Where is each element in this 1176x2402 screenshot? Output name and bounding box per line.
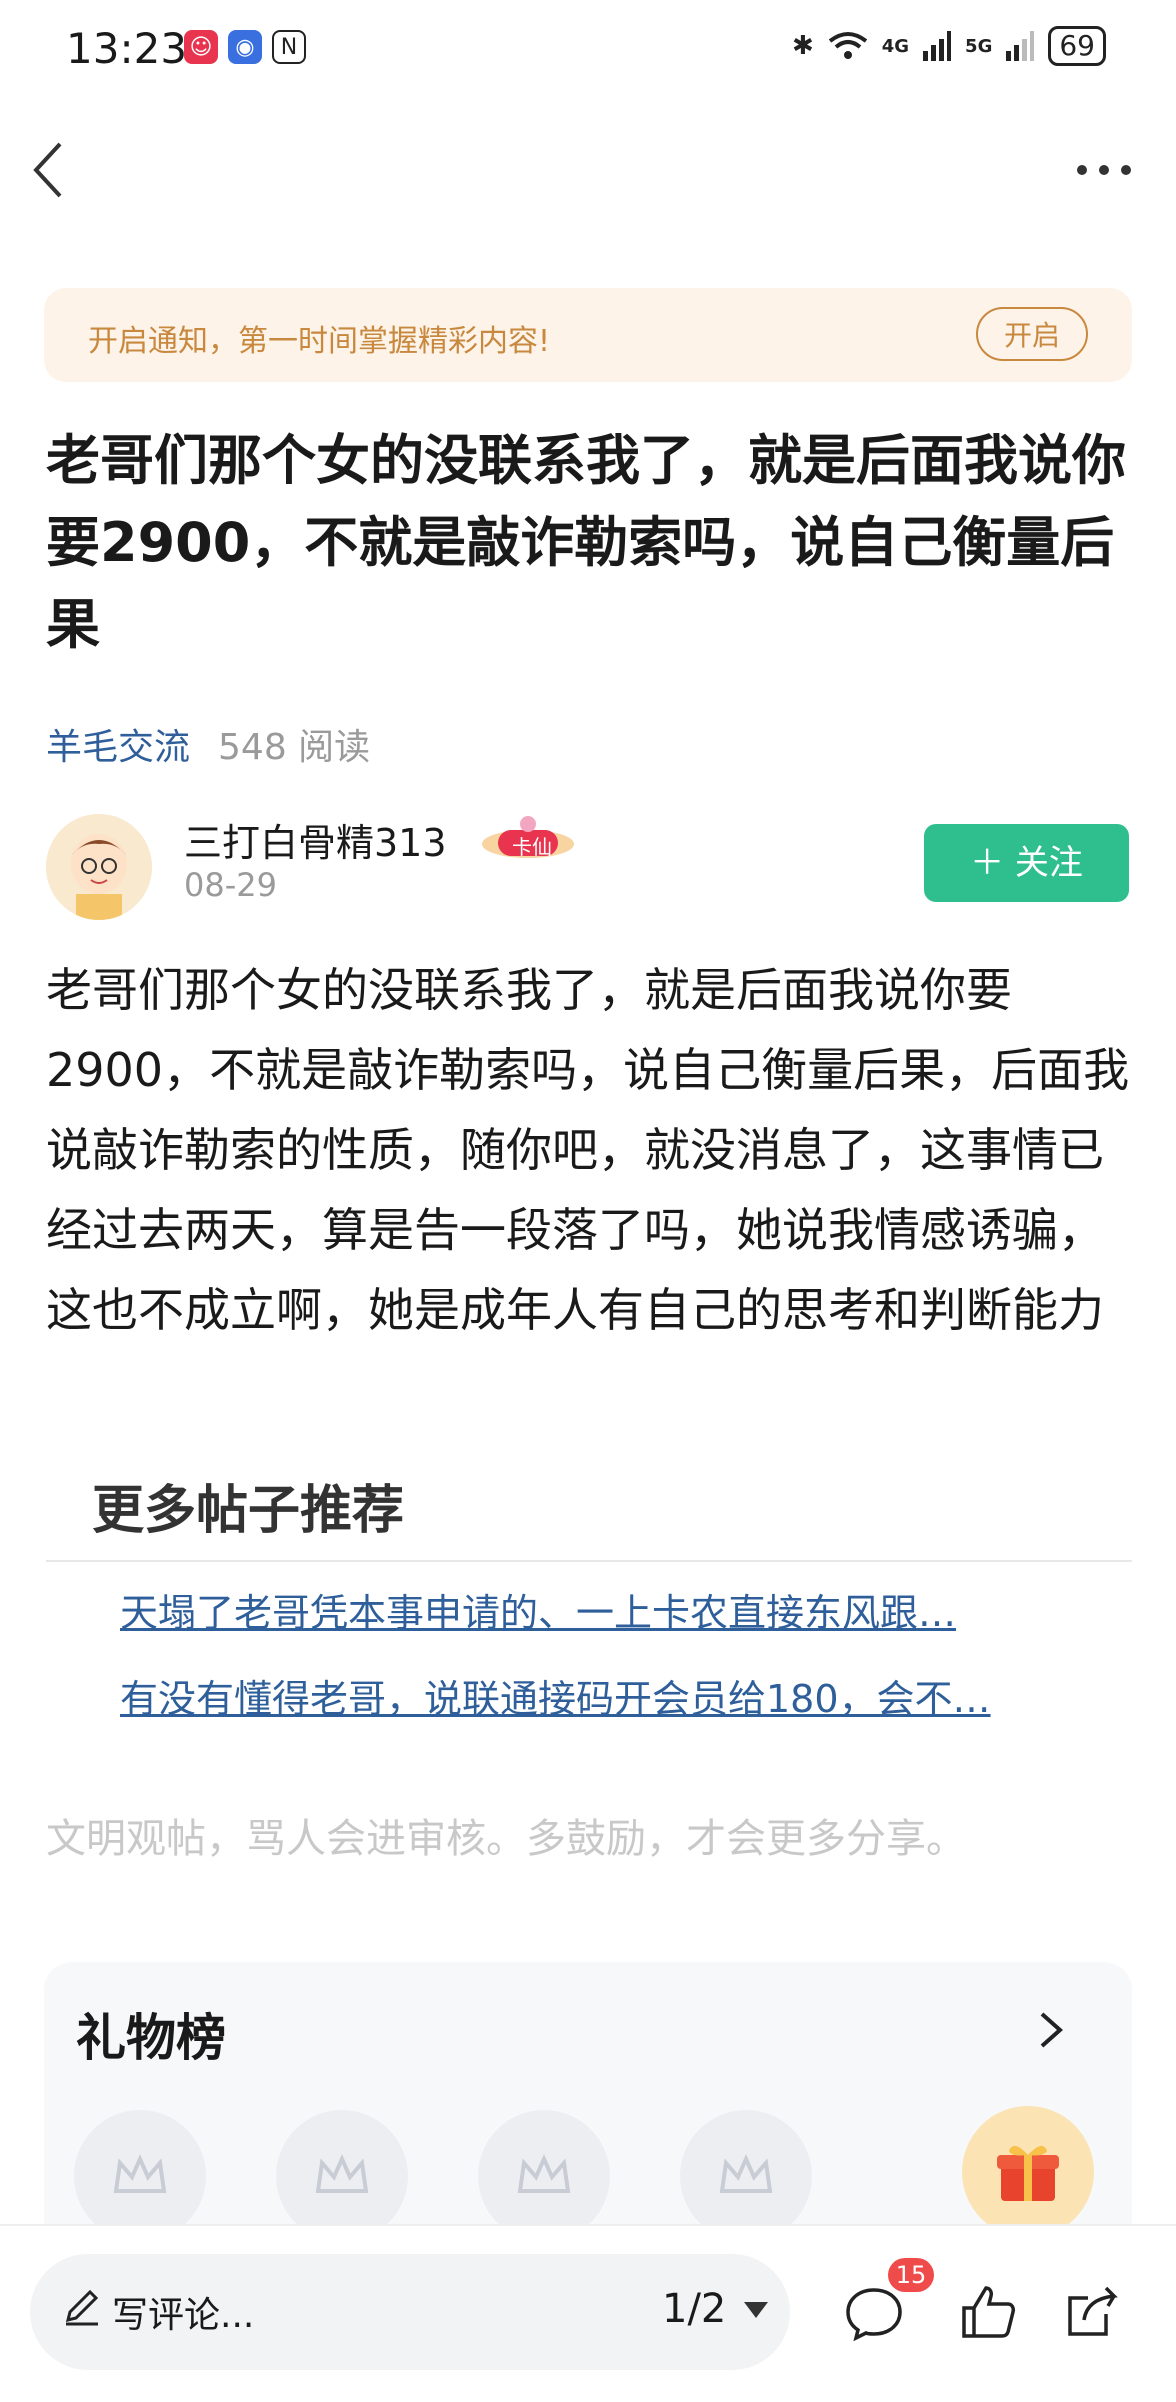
follow-button[interactable]: ＋ 关注 [924,824,1129,902]
app-notification-icon: ◉ [228,30,262,64]
comment-placeholder[interactable]: 写评论... [112,2286,254,2338]
send-gift-button[interactable] [962,2106,1094,2238]
gift-icon [997,2145,1059,2201]
like-icon[interactable] [958,2282,1018,2342]
status-right: ✱ 4G 5G 69 [792,26,1106,66]
signal-4g-icon [923,31,952,61]
post-meta: 羊毛交流 548 阅读 [46,718,370,770]
signal-5g-icon [1006,31,1035,61]
enable-notification-button[interactable]: 开启 [976,307,1088,361]
more-options-icon[interactable] [1074,150,1134,190]
read-count: 548 阅读 [218,727,371,768]
notification-banner-text: 开启通知，第一时间掌握精彩内容! [88,324,551,359]
wifi-icon [828,32,867,59]
notification-icons: ☺ ◉ N [184,30,306,64]
signal-4g-label: 4G [881,35,910,57]
avatar-illustration [46,814,152,920]
civility-notice: 文明观帖，骂人会进审核。多鼓励，才会更多分享。 [46,1816,966,1862]
author-level-badge: 卡仙 [480,814,576,860]
status-time: 13:23 [66,24,188,73]
divider [46,1560,1132,1562]
gift-rank-slot [74,2110,206,2242]
back-icon[interactable] [30,140,80,200]
gift-rank-slot [680,2110,812,2242]
share-icon[interactable] [1062,2282,1122,2342]
avatar[interactable] [46,814,152,920]
gift-rank-slot [276,2110,408,2242]
app-notification-icon: ☺ [184,30,218,64]
post-category-link[interactable]: 羊毛交流 [46,727,190,768]
comment-icon[interactable] [844,2282,904,2342]
crown-icon [113,2154,167,2193]
recommended-post-link[interactable]: 有没有懂得老哥，说联通接码开会员给180，会不… [120,1668,1060,1723]
battery-indicator: 69 [1048,26,1106,66]
signal-5g-label: 5G [965,35,993,57]
crown-icon [719,2154,773,2193]
bluetooth-icon: ✱ [791,31,814,61]
gift-rank-slot [478,2110,610,2242]
recommend-section-title: 更多帖子推荐 [92,1481,405,1541]
pen-icon [65,2289,99,2326]
comment-count-badge: 15 [888,2258,934,2292]
recommended-post-link[interactable]: 天塌了老哥凭本事申请的、一上卡农直接东风跟… [120,1582,1060,1637]
crown-icon [315,2154,369,2193]
crown-icon [517,2154,571,2193]
author-badge-label: 卡仙 [512,835,552,859]
gift-board-title: 礼物榜 [76,2009,226,2067]
post-date: 08-29 [184,866,277,904]
post-body: 老哥们那个女的没联系我了，就是后面我说你要2900，不就是敲诈勒索吗，说自己衡量… [46,963,1130,1337]
chevron-right-icon[interactable] [1036,2008,1066,2052]
caret-down-icon[interactable] [742,2300,770,2320]
page-indicator[interactable]: 1/2 [662,2286,726,2332]
post-title: 老哥们那个女的没联系我了，就是后面我说你要2900，不就是敲诈勒索吗，说自己衡量… [46,429,1126,656]
nfc-icon: N [272,30,306,64]
author-name[interactable]: 三打白骨精313 [184,812,447,867]
